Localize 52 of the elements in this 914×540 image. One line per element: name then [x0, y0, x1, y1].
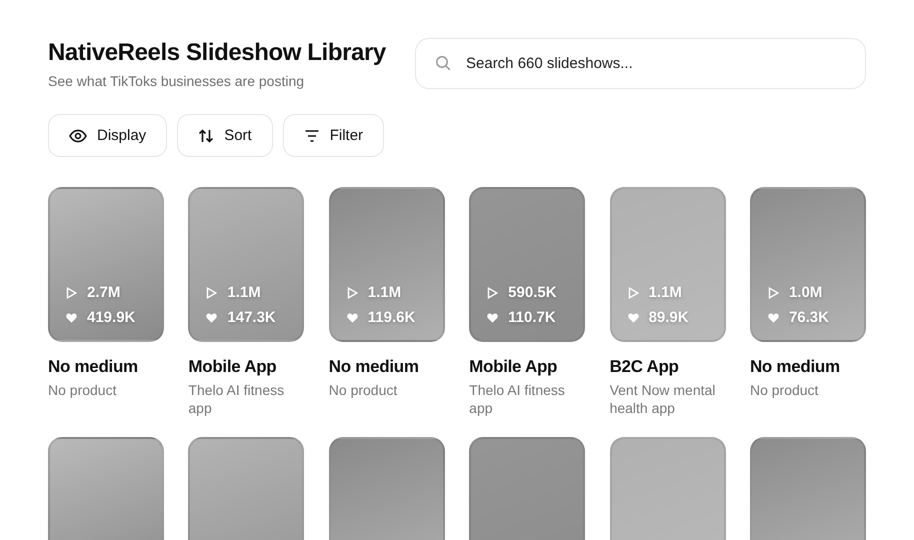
- play-icon: [628, 286, 639, 298]
- filter-button[interactable]: Filter: [282, 114, 384, 157]
- page-subtitle: See what TikToks businesses are posting: [48, 73, 306, 89]
- view-count: 1.1M: [648, 284, 682, 301]
- product-label: Thelo AI fitness app: [469, 381, 566, 417]
- slideshow-thumbnail[interactable]: 1.0M 76.3K: [750, 187, 866, 342]
- heart-icon: [206, 312, 218, 322]
- slideshow-thumbnail[interactable]: 1.1M 89.9K: [610, 187, 726, 342]
- filter-icon: [304, 128, 320, 142]
- product-label: No product: [48, 381, 118, 399]
- play-icon: [487, 286, 498, 298]
- play-icon: [206, 286, 218, 298]
- heart-icon: [487, 312, 498, 322]
- view-count: 1.1M: [227, 284, 261, 301]
- heart-icon: [768, 312, 779, 322]
- like-count: 76.3K: [788, 309, 829, 326]
- medium-label: No medium: [48, 357, 139, 377]
- product-label: No product: [750, 381, 820, 399]
- eye-icon: [69, 128, 87, 142]
- like-count: 89.9K: [648, 309, 689, 326]
- search-field[interactable]: Search 660 slideshows...: [415, 38, 866, 89]
- play-icon: [768, 286, 779, 298]
- display-button[interactable]: Display: [48, 114, 168, 157]
- view-count: 1.1M: [368, 284, 402, 301]
- view-count: 590.5K: [508, 284, 557, 301]
- view-count: 1.0M: [788, 284, 822, 301]
- medium-label: No medium: [750, 357, 841, 377]
- slideshow-thumbnail[interactable]: 1.1M 119.6K: [328, 187, 445, 342]
- play-icon: [66, 286, 77, 298]
- medium-label: No medium: [328, 357, 420, 377]
- like-count: 110.7K: [508, 309, 556, 326]
- medium-label: Mobile App: [469, 357, 558, 377]
- slideshow-thumbnail[interactable]: 2.7M 419.9K: [48, 187, 164, 342]
- sort-button[interactable]: Sort: [177, 114, 273, 157]
- view-count: 2.7M: [87, 284, 120, 301]
- search-icon: [435, 55, 451, 71]
- play-icon: [346, 286, 358, 298]
- heart-icon: [346, 312, 358, 322]
- heart-icon: [66, 312, 77, 322]
- slideshow-thumbnail[interactable]: 1.1M 147.3K: [188, 187, 304, 342]
- like-count: 147.3K: [227, 309, 276, 326]
- page-title: NativeReels Slideshow Library: [48, 39, 386, 67]
- product-label: No product: [328, 381, 398, 399]
- like-count: 419.9K: [87, 309, 136, 326]
- medium-label: B2C App: [610, 357, 680, 377]
- sort-icon: [198, 128, 214, 144]
- product-label: Vent Now mental health app: [610, 381, 716, 417]
- like-count: 119.6K: [368, 309, 416, 326]
- heart-icon: [628, 312, 639, 322]
- medium-label: Mobile App: [188, 357, 278, 377]
- product-label: Thelo AI fitness app: [188, 381, 286, 417]
- slideshow-thumbnail[interactable]: 590.5K 110.7K: [469, 187, 586, 342]
